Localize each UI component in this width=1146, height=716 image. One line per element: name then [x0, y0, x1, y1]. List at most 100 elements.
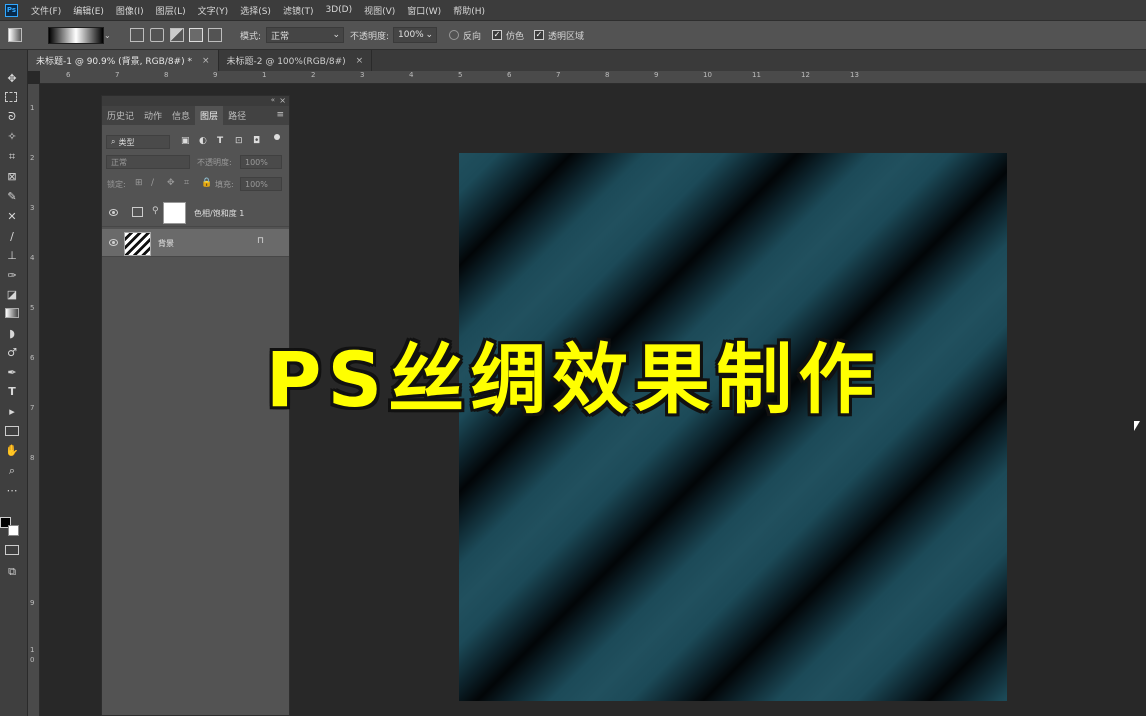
ruler-tick-label: 8: [30, 454, 35, 462]
ruler-tick-label: 3: [30, 204, 35, 212]
ruler-tick-label: 4: [30, 254, 35, 262]
hand-tool-icon[interactable]: ✋: [5, 444, 19, 458]
quick-mask-icon[interactable]: [5, 545, 19, 555]
pixel-filter-icon[interactable]: ▣: [181, 136, 190, 146]
mode-label: 模式:: [240, 31, 262, 42]
lock-all-icon[interactable]: 🔒: [201, 178, 212, 188]
link-icon[interactable]: ⚲: [152, 206, 159, 216]
menu-filter[interactable]: 滤镜(T): [278, 4, 321, 17]
brush-tool-icon[interactable]: ∕: [5, 230, 19, 244]
menu-type[interactable]: 文字(Y): [193, 4, 236, 17]
mode-select[interactable]: 正常 ⌄: [266, 27, 344, 43]
smart-object-filter-icon[interactable]: ◘: [253, 136, 260, 146]
linear-gradient-icon[interactable]: [130, 28, 144, 42]
layer-name[interactable]: 色相/饱和度 1: [194, 208, 244, 219]
radial-gradient-icon[interactable]: [150, 28, 164, 42]
ruler-tick-label: 8: [605, 71, 610, 79]
lock-position-icon[interactable]: ✥: [167, 178, 175, 188]
magic-wand-icon[interactable]: ✧: [5, 130, 19, 144]
menu-window[interactable]: 窗口(W): [402, 4, 448, 17]
layer-row-adjustment[interactable]: ⚲ 色相/饱和度 1: [102, 199, 289, 227]
tab-document-2[interactable]: 未标题-2 @ 100%(RGB/8#) ×: [219, 50, 373, 71]
lock-pixels-icon[interactable]: ∕: [151, 178, 154, 188]
adjustment-filter-icon[interactable]: ◐: [199, 136, 207, 146]
blend-mode-select[interactable]: 正常: [106, 155, 190, 169]
chevron-down-icon: ⌄: [425, 30, 433, 40]
ruler-tick-label: 1: [30, 646, 35, 654]
layer-row-background[interactable]: 背景 ⊓: [102, 229, 289, 257]
reverse-checkbox[interactable]: [449, 30, 459, 40]
lock-transparent-icon[interactable]: ⊞: [135, 178, 143, 188]
menu-image[interactable]: 图像(I): [111, 4, 151, 17]
ruler-tick-label: 5: [458, 71, 463, 79]
filter-kind-select[interactable]: ⌕ 类型: [106, 135, 170, 149]
menu-3d[interactable]: 3D(D): [320, 5, 359, 15]
screen-mode-icon[interactable]: ⧉: [5, 565, 19, 579]
tab-paths[interactable]: 路径: [223, 106, 251, 125]
eye-icon[interactable]: [109, 209, 118, 216]
gradient-picker-chevron-icon[interactable]: ⌄: [104, 21, 111, 49]
tab-layers[interactable]: 图层: [195, 106, 224, 125]
transparency-checkbox[interactable]: ✓: [534, 30, 544, 40]
tab-info[interactable]: 信息: [167, 106, 195, 125]
tab-document-1[interactable]: 未标题-1 @ 90.9% (背景, RGB/8#) * ×: [28, 50, 219, 71]
ruler-tick-label: 13: [850, 71, 859, 79]
filter-toggle-icon[interactable]: [274, 134, 280, 140]
gradient-tool-icon[interactable]: [5, 308, 19, 318]
zoom-tool-icon[interactable]: ⌕: [5, 464, 19, 478]
menu-file[interactable]: 文件(F): [26, 4, 68, 17]
ruler-tick-label: 9: [213, 71, 218, 79]
diamond-gradient-icon[interactable]: [208, 28, 222, 42]
close-icon[interactable]: ×: [356, 56, 364, 66]
menu-edit[interactable]: 编辑(E): [68, 4, 111, 17]
ruler-tick-label: 11: [752, 71, 761, 79]
angle-gradient-icon[interactable]: [170, 28, 184, 42]
history-brush-icon[interactable]: ✑: [5, 269, 19, 283]
eraser-icon[interactable]: ◪: [5, 288, 19, 302]
mode-value: 正常: [271, 31, 290, 42]
panel-menu-icon[interactable]: ≡: [276, 110, 284, 120]
fill-input[interactable]: 100%: [240, 177, 282, 191]
menu-help[interactable]: 帮助(H): [448, 4, 492, 17]
menu-select[interactable]: 选择(S): [235, 4, 278, 17]
dither-checkbox[interactable]: ✓: [492, 30, 502, 40]
tab-actions[interactable]: 动作: [139, 106, 167, 125]
ruler-tick-label: 12: [801, 71, 810, 79]
move-tool-icon[interactable]: ✥: [5, 72, 19, 86]
layer-thumbnail[interactable]: [124, 232, 151, 256]
shape-filter-icon[interactable]: ⊡: [235, 136, 243, 146]
opacity-input[interactable]: 100% ⌄: [393, 27, 437, 43]
eye-icon[interactable]: [109, 239, 118, 246]
clone-stamp-icon[interactable]: ⊥: [5, 249, 19, 263]
frame-tool-icon[interactable]: ⊠: [5, 170, 19, 184]
ruler-tick-label: 2: [311, 71, 316, 79]
crop-tool-icon[interactable]: ⌗: [5, 150, 19, 164]
lasso-tool-icon[interactable]: ᘐ: [5, 110, 19, 124]
layer-mask-thumbnail[interactable]: [163, 202, 186, 224]
reflected-gradient-icon[interactable]: [189, 28, 203, 42]
ruler-tick-label: 9: [30, 599, 35, 607]
close-icon[interactable]: ×: [202, 56, 210, 66]
fill-label: 填充:: [215, 180, 234, 189]
tab-history[interactable]: 历史记: [102, 106, 139, 125]
marquee-tool-icon[interactable]: [5, 92, 17, 102]
adjustment-layer-icon: [132, 207, 143, 217]
reverse-label: 反向: [463, 31, 482, 42]
eyedropper-icon[interactable]: ✎: [5, 190, 19, 204]
layer-opacity-input[interactable]: 100%: [240, 155, 282, 169]
gradient-preview-swatch[interactable]: [48, 27, 104, 44]
collapse-icon[interactable]: «: [271, 96, 275, 104]
lock-artboard-icon[interactable]: ⌗: [184, 178, 189, 188]
layer-name[interactable]: 背景: [158, 238, 174, 249]
more-tools-icon[interactable]: ⋯: [5, 484, 19, 498]
menu-layer[interactable]: 图层(L): [151, 4, 193, 17]
ruler-tick-label: 4: [409, 71, 414, 79]
type-filter-icon[interactable]: T: [217, 136, 223, 146]
background-color-swatch[interactable]: [8, 525, 19, 536]
menu-bar: Ps 文件(F) 编辑(E) 图像(I) 图层(L) 文字(Y) 选择(S) 滤…: [0, 0, 1146, 20]
healing-brush-icon[interactable]: ✕: [5, 210, 19, 224]
gradient-tool-icon[interactable]: [8, 28, 22, 42]
menu-view[interactable]: 视图(V): [359, 4, 402, 17]
panel-tab-bar: 历史记 动作 信息 图层 路径 ≡: [102, 106, 289, 125]
close-icon[interactable]: ×: [279, 96, 286, 105]
